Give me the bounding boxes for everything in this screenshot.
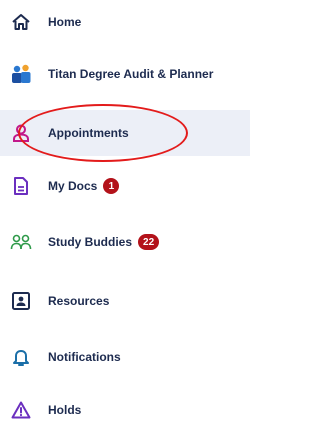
people-icon: [10, 63, 32, 85]
nav-label-home: Home: [48, 15, 82, 29]
nav-label-notifications: Notifications: [48, 350, 121, 364]
nav-item-my-docs[interactable]: My Docs 1: [0, 166, 250, 206]
nav-item-appointments[interactable]: Appointments: [0, 110, 250, 156]
person-icon: [10, 122, 32, 144]
nav-label-resources: Resources: [48, 294, 110, 308]
nav-item-degree-audit[interactable]: Titan Degree Audit & Planner: [0, 54, 250, 94]
nav-item-resources[interactable]: Resources: [0, 280, 250, 322]
resources-icon: [10, 290, 32, 312]
nav-label-degree-audit: Titan Degree Audit & Planner: [48, 67, 214, 81]
warning-icon: [10, 399, 32, 421]
nav-label-appointments: Appointments: [48, 126, 129, 140]
home-icon: [10, 11, 32, 33]
nav-item-home[interactable]: Home: [0, 2, 250, 42]
nav-item-notifications[interactable]: Notifications: [0, 336, 250, 378]
bell-icon: [10, 346, 32, 368]
nav-item-study-buddies[interactable]: Study Buddies 22: [0, 222, 250, 262]
study-buddies-count-badge: 22: [138, 234, 160, 250]
nav-label-holds: Holds: [48, 403, 82, 417]
my-docs-count-badge: 1: [103, 178, 120, 194]
nav-item-holds[interactable]: Holds: [0, 390, 250, 430]
nav-label-my-docs: My Docs: [48, 179, 98, 193]
document-icon: [10, 175, 32, 197]
sidebar-nav: Home Titan Degree Audit & Planner Appoin…: [0, 0, 250, 430]
nav-label-study-buddies: Study Buddies: [48, 235, 133, 249]
study-buddies-icon: [10, 231, 32, 253]
